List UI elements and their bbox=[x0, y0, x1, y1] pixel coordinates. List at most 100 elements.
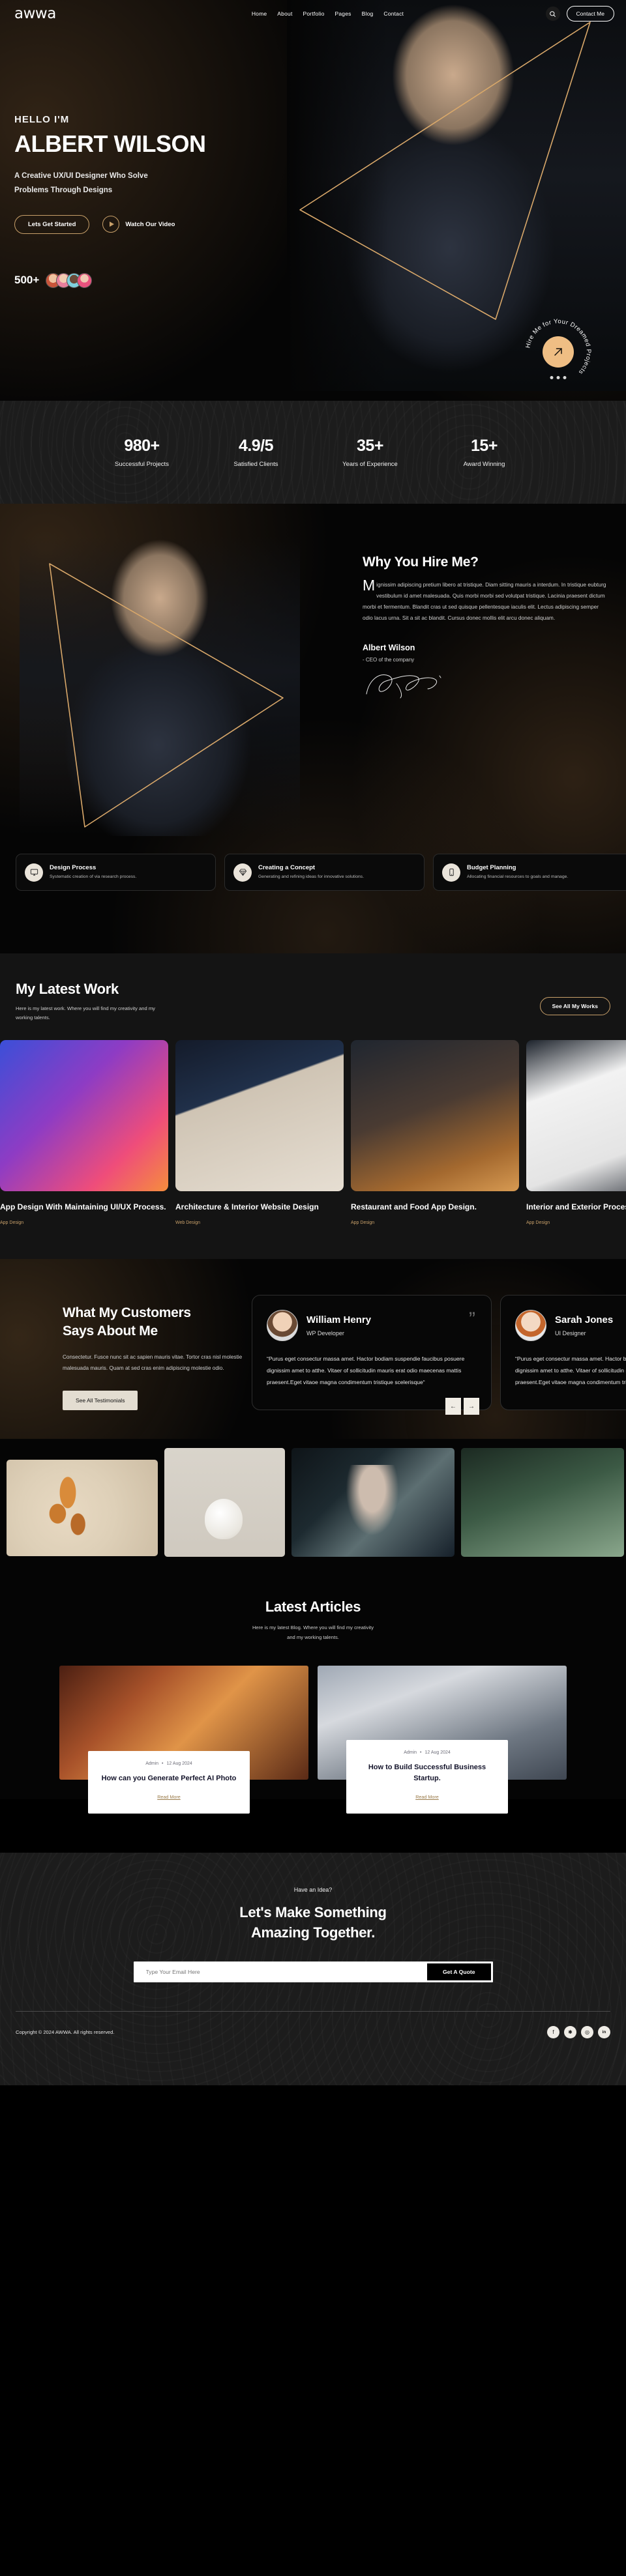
testimonial-header: Sarah Jones UI Designer bbox=[515, 1309, 626, 1341]
work-item[interactable]: App Design With Maintaining UI/UX Proces… bbox=[0, 1040, 168, 1225]
diamond-icon bbox=[233, 863, 252, 882]
article-author: Admin bbox=[145, 1761, 159, 1766]
see-all-works-button[interactable]: See All My Works bbox=[539, 997, 610, 1016]
play-icon bbox=[102, 216, 120, 233]
newsletter-form: Get A Quote bbox=[133, 1961, 493, 1982]
hero-actions: Lets Get Started Watch Our Video bbox=[14, 214, 626, 234]
decorative-triangle bbox=[49, 563, 284, 828]
work-item[interactable]: Interior and Exterior Process. App Desig… bbox=[526, 1040, 626, 1225]
service-card-design-process[interactable]: Design Process Systematic creation of vi… bbox=[16, 854, 216, 891]
article-meta: Admin • 12 Aug 2024 bbox=[358, 1750, 496, 1755]
social-links: f ✱ ◎ in bbox=[547, 2025, 610, 2038]
badge-dots bbox=[550, 376, 567, 379]
work-item[interactable]: Restaurant and Food App Design. App Desi… bbox=[351, 1040, 519, 1225]
work-item-category: App Design bbox=[0, 1220, 24, 1225]
article-author: Admin bbox=[404, 1750, 417, 1756]
avatar bbox=[77, 272, 93, 288]
nav-item-blog[interactable]: Blog bbox=[362, 10, 374, 17]
clients-group: 500+ bbox=[14, 272, 626, 288]
white-vase-photo bbox=[164, 1448, 285, 1557]
site-header: awwa Home About Portfolio Pages Blog Con… bbox=[0, 0, 626, 27]
watch-video-button[interactable]: Watch Our Video bbox=[102, 216, 175, 233]
stat-item: 980+ Successful Projects bbox=[85, 437, 199, 468]
work-item-title: Interior and Exterior Process. bbox=[526, 1202, 626, 1212]
hero-subtitle-line2: Problems Through Designs bbox=[14, 186, 113, 194]
get-a-quote-button[interactable]: Get A Quote bbox=[427, 1963, 491, 1980]
testimonial-author-role: WP Developer bbox=[306, 1329, 344, 1337]
search-icon[interactable] bbox=[545, 7, 560, 21]
facebook-icon[interactable]: f bbox=[547, 2025, 559, 2038]
work-thumbnail bbox=[0, 1040, 168, 1192]
cta-section: Have an Idea? Let's Make Something Amazi… bbox=[0, 1853, 626, 2085]
nav-item-portfolio[interactable]: Portfolio bbox=[303, 10, 325, 17]
articles-subtitle-line2: and my working talents. bbox=[287, 1634, 339, 1640]
service-card-budget-planning[interactable]: Budget Planning Allocating financial res… bbox=[433, 854, 626, 891]
read-more-link[interactable]: Read More bbox=[157, 1794, 181, 1800]
article-meta: Admin • 12 Aug 2024 bbox=[100, 1761, 238, 1766]
testimonials-section: What My Customers Says About Me Consecte… bbox=[0, 1259, 626, 1440]
cta-title: Let's Make Something Amazing Together. bbox=[0, 1902, 626, 1943]
work-subtitle-line1: Here is my latest work. Where you will f… bbox=[16, 1006, 155, 1011]
articles-subtitle-line1: Here is my latest Blog. Where you will f… bbox=[252, 1625, 374, 1631]
dribbble-icon[interactable]: ✱ bbox=[564, 2025, 576, 2038]
latest-work-section: My Latest Work Here is my latest work. W… bbox=[0, 953, 626, 1259]
meta-separator: • bbox=[420, 1750, 422, 1756]
avatar bbox=[515, 1309, 546, 1341]
stat-item: 35+ Years of Experience bbox=[313, 437, 427, 468]
nav-item-pages[interactable]: Pages bbox=[335, 10, 351, 17]
latest-articles-section: Latest Articles Here is my latest Blog. … bbox=[0, 1569, 626, 1814]
hire-me-badge[interactable]: Hire Me for Your Dreamed Projects bbox=[522, 315, 595, 388]
article-body: Admin • 12 Aug 2024 How can you Generate P… bbox=[88, 1750, 250, 1814]
hero-content: HELLO I'M ALBERT WILSON A Creative UX/UI… bbox=[0, 0, 626, 288]
contact-me-button[interactable]: Contact Me bbox=[566, 6, 614, 22]
stat-label: Years of Experience bbox=[342, 461, 398, 468]
testimonial-card: ” Sarah Jones UI Designer “Purus eget co… bbox=[500, 1294, 626, 1411]
why-hire-me-section: Why You Hire Me? Mignissim adipiscing pr… bbox=[0, 504, 626, 953]
testimonial-prev-button[interactable]: ← bbox=[445, 1398, 461, 1415]
read-more-link[interactable]: Read More bbox=[415, 1794, 439, 1800]
email-input[interactable] bbox=[135, 1968, 427, 1975]
linkedin-icon[interactable]: in bbox=[598, 2025, 610, 2038]
article-body: Admin • 12 Aug 2024 How to Build Successfu… bbox=[346, 1740, 508, 1814]
lets-get-started-button[interactable]: Lets Get Started bbox=[14, 214, 90, 234]
work-subtitle: Here is my latest work. Where you will f… bbox=[16, 1004, 155, 1022]
articles-title: Latest Articles bbox=[265, 1599, 361, 1615]
article-card[interactable]: Admin • 12 Aug 2024 How can you Generate P… bbox=[59, 1666, 308, 1814]
testimonial-card: ” William Henry WP Developer “Purus eget… bbox=[252, 1294, 492, 1415]
why-author-name: Albert Wilson bbox=[363, 643, 415, 652]
testimonial-text: “Purus eget consectur massa amet. Hactor… bbox=[515, 1355, 626, 1385]
why-body: Mignissim adipiscing pretium libero at t… bbox=[363, 577, 610, 624]
dried-flowers-photo bbox=[7, 1460, 158, 1557]
testimonial-next-button[interactable]: → bbox=[464, 1398, 479, 1415]
landing-page: awwa Home About Portfolio Pages Blog Con… bbox=[0, 0, 626, 2085]
nav-item-home[interactable]: Home bbox=[252, 10, 267, 17]
work-thumbnail bbox=[175, 1040, 344, 1192]
why-author-role: - CEO of the company bbox=[363, 657, 415, 663]
signature-image bbox=[363, 669, 610, 702]
hero-greeting: HELLO I'M bbox=[14, 114, 70, 125]
brand-logo[interactable]: awwa bbox=[14, 5, 56, 22]
copyright-text: Copyright © 2024 AWWA. All rights reserv… bbox=[16, 2029, 115, 2035]
clients-count: 500+ bbox=[14, 274, 40, 287]
testimonials-title-line2: Says About Me bbox=[63, 1324, 158, 1339]
work-item-title: Architecture & Interior Website Design bbox=[175, 1202, 319, 1212]
photo-gallery bbox=[0, 1439, 626, 1569]
work-item[interactable]: Architecture & Interior Website Design W… bbox=[175, 1040, 344, 1225]
instagram-icon[interactable]: ◎ bbox=[581, 2025, 593, 2038]
header-actions: Contact Me bbox=[545, 6, 614, 22]
nav-item-contact[interactable]: Contact bbox=[383, 10, 404, 17]
abstract-face-photo bbox=[291, 1448, 455, 1557]
cta-title-line1: Let's Make Something bbox=[239, 1904, 387, 1921]
see-all-testimonials-button[interactable]: See All Testimonials bbox=[63, 1391, 138, 1411]
avatar bbox=[267, 1309, 298, 1341]
stat-label: Award Winning bbox=[463, 461, 505, 468]
stat-item: 4.9/5 Satisfied Clients bbox=[199, 437, 313, 468]
why-dropcap: M bbox=[363, 577, 376, 594]
testimonials-title-line1: What My Customers bbox=[63, 1305, 191, 1320]
nav-item-about[interactable]: About bbox=[277, 10, 292, 17]
main-navigation: Home About Portfolio Pages Blog Contact bbox=[252, 10, 404, 17]
mobile-icon bbox=[442, 863, 460, 882]
articles-grid: Admin • 12 Aug 2024 How can you Generate P… bbox=[0, 1666, 626, 1814]
service-card-creating-concept[interactable]: Creating a Concept Generating and refini… bbox=[224, 854, 425, 891]
article-card[interactable]: Admin • 12 Aug 2024 How to Build Successfu… bbox=[318, 1666, 567, 1814]
